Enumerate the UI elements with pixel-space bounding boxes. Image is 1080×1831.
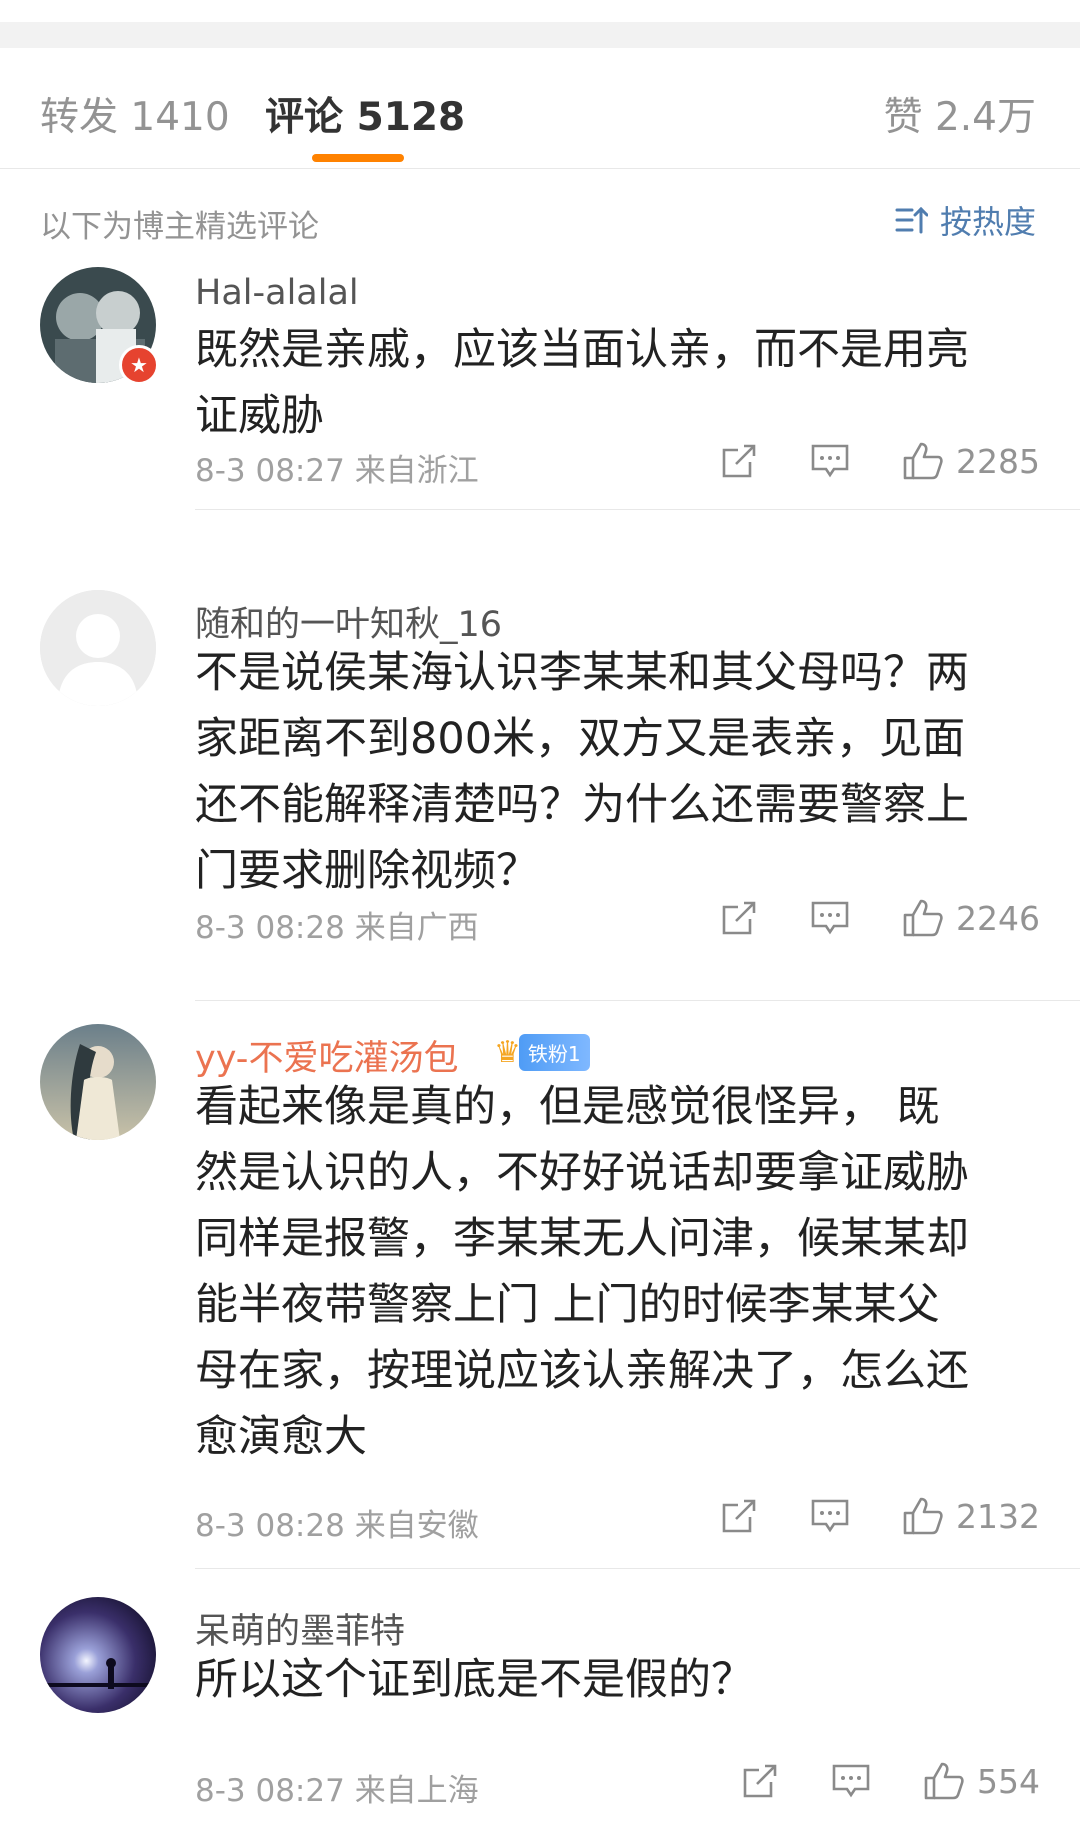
reply-icon[interactable] xyxy=(831,1762,871,1800)
comment-time: 8-3 08:27 xyxy=(195,453,345,489)
verified-badge-icon: ★ xyxy=(119,345,159,385)
like-count: 554 xyxy=(977,1761,1040,1801)
tab-comment[interactable]: 评论 5128 xyxy=(265,95,465,140)
comment-divider xyxy=(195,509,1080,510)
comment-text: 所以这个证到底是不是假的？ xyxy=(195,1655,754,1705)
avatar[interactable] xyxy=(40,590,156,706)
comment-location: 来自浙江 xyxy=(354,453,479,489)
reply-icon[interactable] xyxy=(810,442,850,480)
like-count: 2285 xyxy=(956,441,1040,481)
comment-actions: 2246 xyxy=(720,898,1040,938)
like-button[interactable]: 2285 xyxy=(902,441,1040,481)
fan-badge: ♛ 铁粉1 xyxy=(494,1034,590,1071)
comment-meta: 8-3 08:27 来自浙江 xyxy=(195,445,479,490)
tab-like[interactable]: 赞 2.4万 xyxy=(884,86,1036,142)
section-gap xyxy=(0,22,1080,48)
comment-time: 8-3 08:28 xyxy=(195,1508,345,1544)
like-button[interactable]: 2132 xyxy=(902,1496,1040,1536)
comment-meta: 8-3 08:28 来自广西 xyxy=(195,902,479,947)
thumbs-up-icon xyxy=(903,442,943,480)
avatar[interactable] xyxy=(40,1597,156,1713)
like-button[interactable]: 2246 xyxy=(902,898,1040,938)
thumbs-up-icon xyxy=(924,1762,964,1800)
comment-meta: 8-3 08:27 来自上海 xyxy=(195,1765,479,1810)
comment-actions: 554 xyxy=(741,1761,1040,1801)
comment-location: 来自安徽 xyxy=(354,1508,479,1544)
sort-label: 按热度 xyxy=(939,203,1036,241)
like-button[interactable]: 554 xyxy=(923,1761,1040,1801)
comment-actions: 2132 xyxy=(720,1496,1040,1536)
comment-time: 8-3 08:27 xyxy=(195,1773,345,1809)
like-count: 2246 xyxy=(956,898,1040,938)
reply-icon[interactable] xyxy=(810,899,850,937)
crown-icon: ♛ xyxy=(494,1035,521,1070)
sort-button[interactable]: 按热度 xyxy=(894,197,1036,243)
comment-meta: 8-3 08:28 来自安徽 xyxy=(195,1500,479,1545)
comment-text: 既然是亲戚，应该当面认亲，而不是用亮 证威胁 xyxy=(195,325,969,441)
thumbs-up-icon xyxy=(903,899,943,937)
comment-item: ★ Hal-alalal 既然是亲戚，应该当面认亲，而不是用亮 证威胁 8-3 … xyxy=(0,267,1080,643)
comment-text: 不是说侯某海认识李某某和其父母吗？两 家距离不到800米，双方又是表亲，见面 还… xyxy=(195,648,969,896)
comment-username[interactable]: Hal-alalal xyxy=(195,273,359,313)
fan-badge-label: 铁粉1 xyxy=(518,1034,590,1071)
share-icon[interactable] xyxy=(741,1762,779,1800)
comment-divider xyxy=(195,1000,1080,1001)
tab-bar: 转发 1410 评论 5128 赞 2.4万 xyxy=(0,48,1080,169)
filter-label: 以下为博主精选评论 xyxy=(40,209,319,245)
sort-icon xyxy=(895,206,928,234)
filter-bar: 以下为博主精选评论 按热度 xyxy=(0,169,1080,267)
active-tab-indicator xyxy=(312,154,404,162)
comment-actions: 2285 xyxy=(720,441,1040,481)
thumbs-up-icon xyxy=(903,1497,943,1535)
top-strip xyxy=(0,0,1080,22)
reply-icon[interactable] xyxy=(810,1497,850,1535)
comment-time: 8-3 08:28 xyxy=(195,910,345,946)
avatar[interactable] xyxy=(40,1024,156,1140)
like-count: 2132 xyxy=(956,1496,1040,1536)
comment-location: 来自广西 xyxy=(354,910,479,946)
tab-repost[interactable]: 转发 1410 xyxy=(40,86,230,142)
comment-location: 来自上海 xyxy=(354,1773,479,1809)
comment-text: 看起来像是真的，但是感觉很怪异， 既 然是认识的人，不好好说话却要拿证威胁 同样… xyxy=(195,1082,969,1462)
share-icon[interactable] xyxy=(720,899,758,937)
comment-divider xyxy=(195,1568,1080,1569)
share-icon[interactable] xyxy=(720,1497,758,1535)
share-icon[interactable] xyxy=(720,442,758,480)
